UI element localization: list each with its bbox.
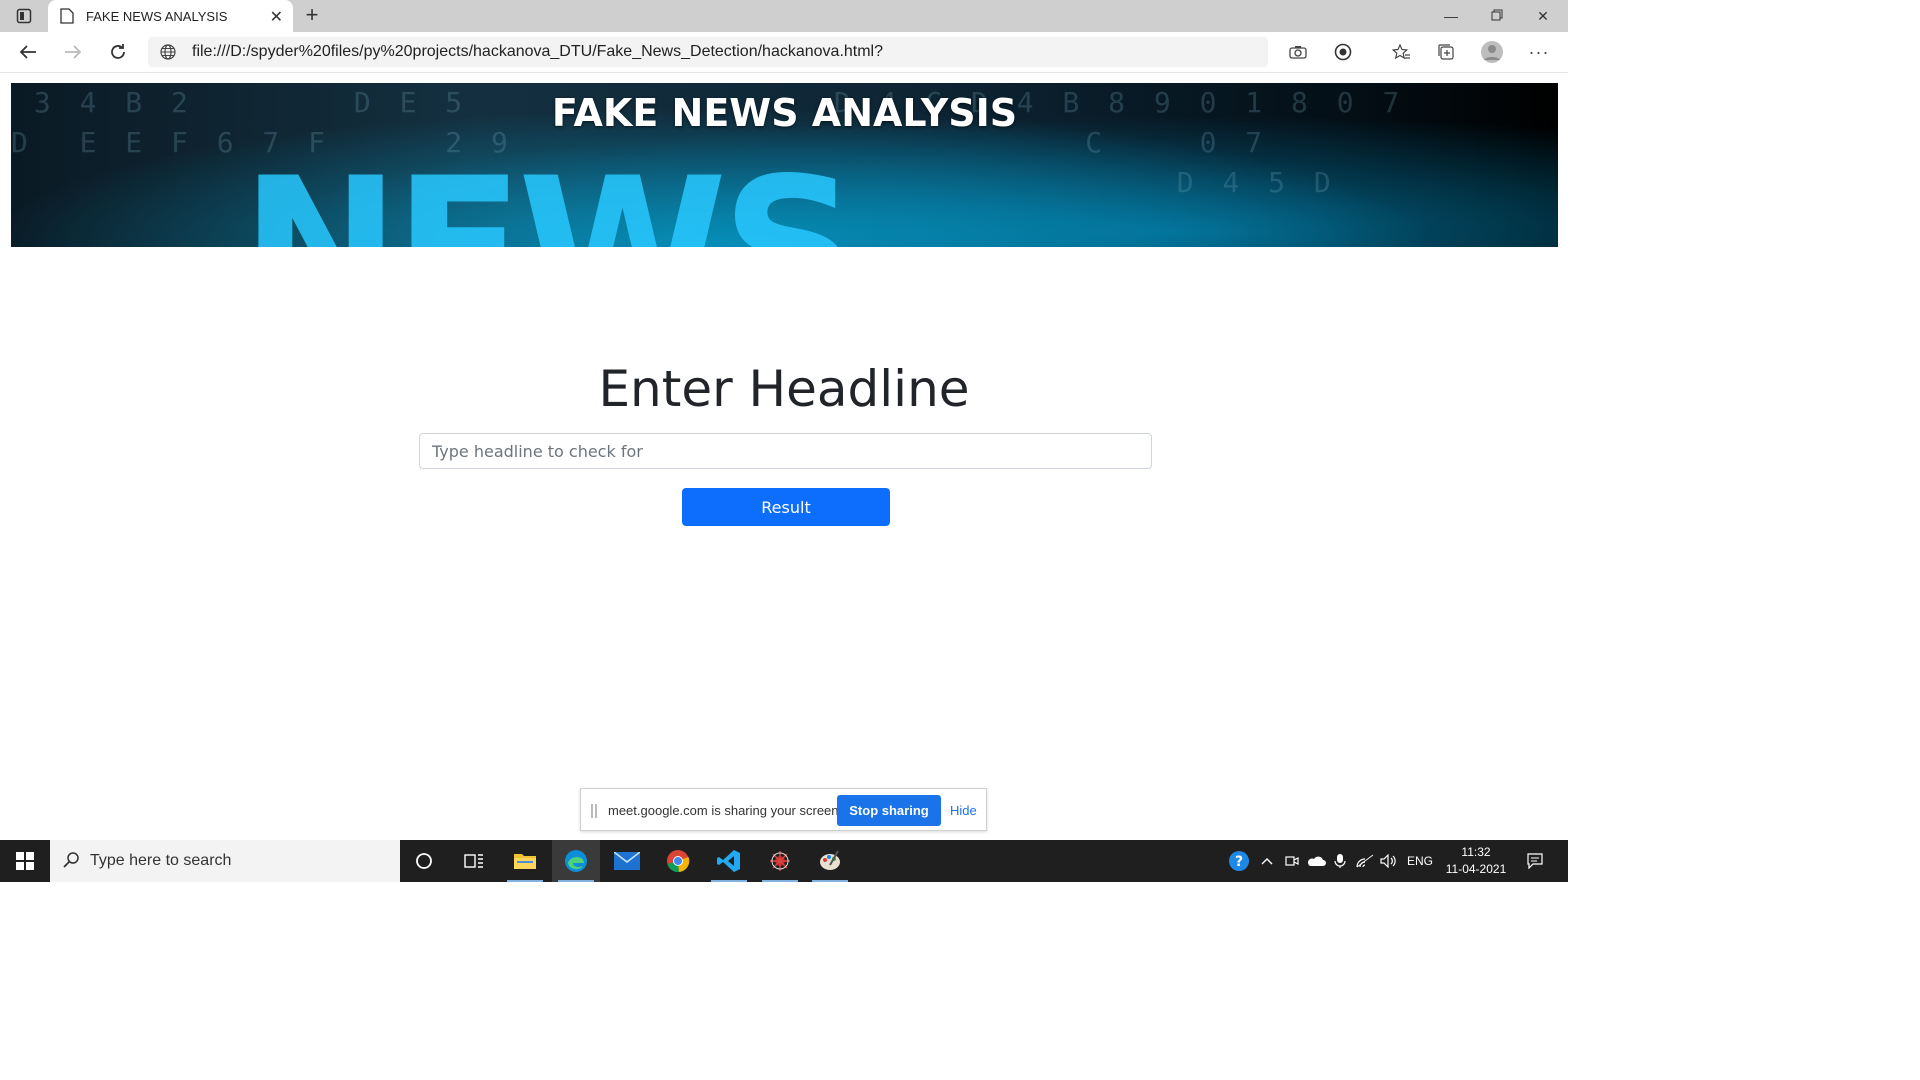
url-text: file:///D:/spyder%20files/py%20projects/… [192, 43, 884, 60]
collections-icon[interactable] [1434, 40, 1458, 64]
forward-icon[interactable] [61, 40, 85, 64]
minimize-button[interactable]: — [1428, 4, 1474, 28]
cortana-icon[interactable] [400, 840, 448, 882]
headline-input[interactable] [419, 433, 1152, 469]
clock-date: 11-04-2021 [1445, 862, 1507, 876]
back-icon[interactable] [16, 40, 40, 64]
tab-close-icon[interactable]: ✕ [270, 7, 283, 27]
drag-handle-icon[interactable] [591, 804, 597, 818]
taskbar-search-box[interactable]: Type here to search [50, 840, 400, 882]
svg-text:?: ? [1235, 854, 1243, 870]
browser-tab[interactable]: FAKE NEWS ANALYSIS ✕ [48, 0, 293, 32]
browser-titlebar: FAKE NEWS ANALYSIS ✕ + — ✕ [0, 0, 1568, 32]
task-view-icon[interactable] [450, 840, 498, 882]
extension-icon[interactable] [1331, 40, 1355, 64]
new-tab-button[interactable]: + [300, 3, 324, 27]
volume-icon[interactable] [1378, 840, 1400, 882]
chrome-icon[interactable] [654, 840, 702, 882]
mail-icon[interactable] [603, 840, 651, 882]
banner-image: 3 4 B 2 D E 5 D 4 C D 4 B 8 9 0 1 8 0 7 … [11, 83, 1558, 247]
address-bar[interactable]: file:///D:/spyder%20files/py%20projects/… [148, 37, 1268, 67]
onedrive-icon[interactable] [1304, 840, 1328, 882]
restore-button[interactable] [1474, 4, 1520, 28]
close-window-button[interactable]: ✕ [1520, 4, 1566, 28]
camera-icon[interactable] [1286, 40, 1310, 64]
chevron-up-icon[interactable] [1256, 840, 1278, 882]
help-icon[interactable]: ? [1226, 840, 1252, 882]
search-icon [62, 851, 80, 874]
edge-browser-icon[interactable] [552, 840, 600, 882]
meet-present-icon[interactable] [1282, 840, 1302, 882]
profile-avatar-icon[interactable] [1480, 40, 1504, 64]
tab-actions-icon[interactable] [12, 6, 36, 26]
screen-sharing-bar: meet.google.com is sharing your screen. … [580, 788, 987, 831]
banner-title: FAKE NEWS ANALYSIS [551, 91, 1018, 135]
sharing-message: meet.google.com is sharing your screen. [608, 803, 843, 818]
vscode-icon[interactable] [705, 840, 753, 882]
favorites-icon[interactable] [1389, 40, 1413, 64]
result-button[interactable]: Result [682, 488, 890, 526]
stop-sharing-button[interactable]: Stop sharing [837, 795, 941, 826]
page-icon [60, 8, 74, 29]
search-placeholder: Type here to search [90, 852, 232, 869]
windows-taskbar: Type here to search ? ENG 11:32 11-04-20… [0, 840, 1568, 882]
microphone-icon[interactable] [1330, 840, 1350, 882]
spider-app-icon[interactable] [756, 840, 804, 882]
wifi-icon[interactable] [1354, 840, 1376, 882]
more-options-icon[interactable]: ··· [1527, 40, 1551, 64]
system-clock[interactable]: 11:32 11-04-2021 [1440, 844, 1512, 878]
tab-title: FAKE NEWS ANALYSIS [86, 9, 228, 24]
page-heading: Enter Headline [598, 360, 970, 418]
browser-toolbar: file:///D:/spyder%20files/py%20projects/… [0, 32, 1568, 73]
language-indicator[interactable]: ENG [1402, 840, 1438, 882]
windows-start-icon[interactable] [0, 840, 50, 882]
refresh-icon[interactable] [106, 40, 130, 64]
hide-link[interactable]: Hide [950, 803, 977, 818]
paint-icon[interactable] [806, 840, 854, 882]
clock-time: 11:32 [1461, 845, 1491, 859]
notifications-icon[interactable] [1522, 840, 1548, 882]
banner-news-word: NEWS [241, 153, 858, 248]
file-explorer-icon[interactable] [501, 840, 549, 882]
globe-icon [160, 44, 176, 65]
